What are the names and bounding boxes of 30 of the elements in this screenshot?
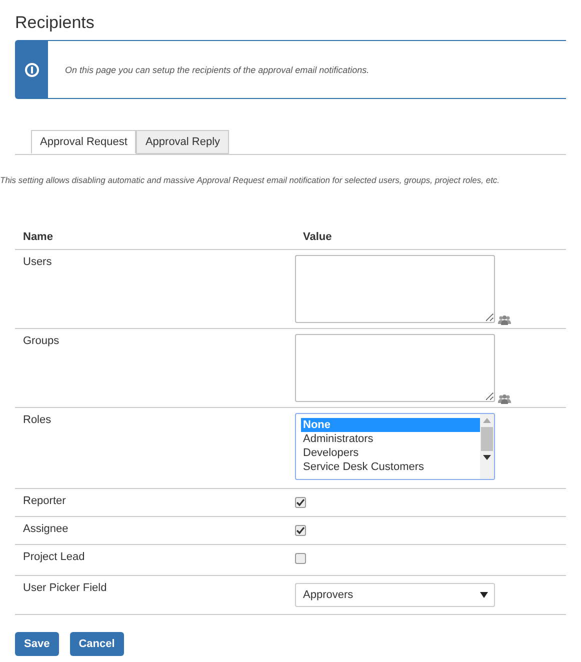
cancel-button[interactable]: Cancel — [70, 632, 124, 656]
approvers-dropdown[interactable]: Approvers — [295, 583, 495, 607]
checkbox[interactable] — [295, 553, 306, 564]
roles-list-box[interactable]: None Administrators Developers Service Desk Customers — [295, 413, 495, 480]
field-label: User Picker Field — [23, 582, 107, 594]
info-icon — [25, 62, 39, 76]
field-label: Users — [23, 256, 52, 268]
field-label: Project Lead — [23, 551, 85, 563]
tab[interactable]: Approval Reply — [136, 130, 230, 154]
column-header: Name — [23, 231, 53, 243]
checkbox[interactable] — [295, 525, 306, 536]
info-text: On this page you can setup the recipients of the approval email notifications. — [64, 64, 370, 74]
list-option[interactable]: Administrators — [301, 432, 480, 446]
users-icon[interactable] — [498, 394, 511, 404]
list-option[interactable]: Developers — [301, 446, 480, 460]
scroll-down-icon[interactable] — [483, 455, 491, 460]
column-header: Value — [303, 231, 332, 243]
description-text: This setting allows disabling automatic and massive Approval Request email notification for selected users, groups, project roles, etc. — [0, 175, 501, 185]
scroll-bar[interactable] — [480, 414, 494, 479]
dropdown-arrow-icon — [480, 592, 488, 598]
checkbox[interactable] — [295, 497, 306, 508]
list-option[interactable]: Service Desk Customers — [301, 460, 480, 474]
field-label: Reporter — [23, 495, 66, 507]
field-label: Roles — [23, 414, 52, 426]
page-title: Recipients — [15, 12, 96, 34]
field-label: Assignee — [23, 523, 68, 535]
field-label: Groups — [23, 335, 60, 347]
save-button[interactable]: Save — [15, 632, 59, 656]
users-icon[interactable] — [498, 315, 511, 325]
tab[interactable]: Approval Request — [31, 130, 136, 154]
